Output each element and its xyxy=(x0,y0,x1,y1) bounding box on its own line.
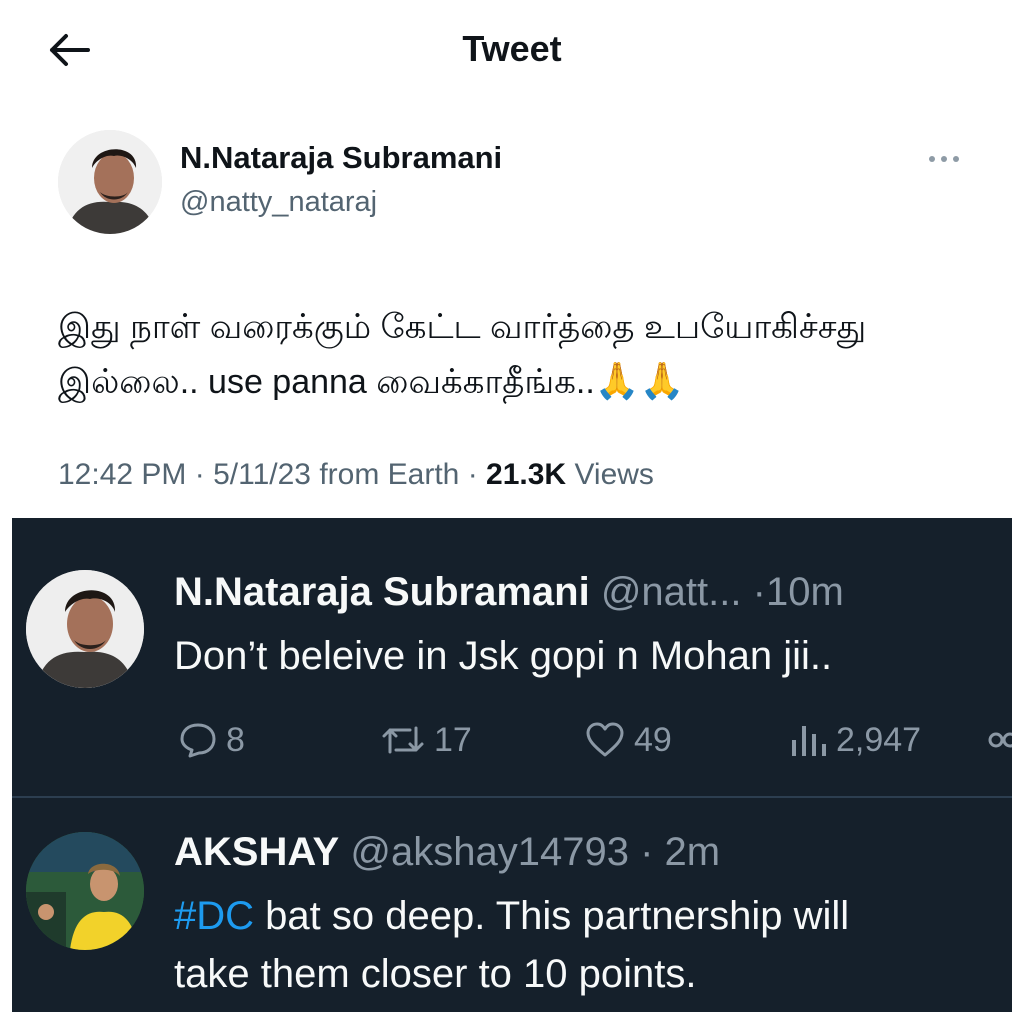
analytics-icon xyxy=(792,726,826,756)
views-button[interactable]: 2,947 xyxy=(788,718,921,762)
reply2-handle[interactable]: @akshay14793 xyxy=(350,830,629,874)
reply2-text-line-2: take them closer to 10 points. xyxy=(174,952,697,996)
reply2-text-line-1: #DC bat so deep. This partnership will xyxy=(174,888,849,944)
tweet-time[interactable]: 12:42 PM xyxy=(58,458,186,491)
comment-icon xyxy=(180,723,216,758)
embedded-screenshot: N.Nataraja Subramani @natt... ·10m Don’t… xyxy=(12,518,1012,1012)
tweet-source: from Earth xyxy=(319,458,460,491)
tweet-text-line-2: இல்லை.. use panna வைக்காதீங்க..🙏🙏 xyxy=(58,354,978,409)
like-count: 49 xyxy=(634,720,672,759)
reply1-time: ·10m xyxy=(752,570,844,614)
author-handle[interactable]: @natty_nataraj xyxy=(180,186,377,219)
reply2-name[interactable]: AKSHAY xyxy=(174,830,339,874)
tweet-date[interactable]: 5/11/23 xyxy=(213,458,311,491)
reply2-text-rest: bat so deep. This partnership will xyxy=(254,894,850,938)
author-avatar[interactable] xyxy=(58,130,162,234)
more-options-button[interactable] xyxy=(924,148,964,170)
reply1-header: N.Nataraja Subramani @natt... ·10m xyxy=(174,570,844,615)
reply2-time: · 2m xyxy=(640,830,721,874)
hashtag-link[interactable]: #DC xyxy=(174,894,254,938)
views-count-reply: 2,947 xyxy=(836,720,922,759)
reply1-text: Don’t beleive in Jsk gopi n Mohan jii.. xyxy=(174,634,833,678)
more-dots-icon xyxy=(929,156,959,162)
reply-button[interactable]: 8 xyxy=(178,718,245,762)
reply-count: 8 xyxy=(226,720,245,759)
tweet-meta: 12:42 PM · 5/11/23 from Earth · 21.3K Vi… xyxy=(58,458,654,492)
share-icon xyxy=(988,732,1012,748)
like-button[interactable]: 49 xyxy=(584,718,672,762)
tweet-text-line-1: இது நாள் வரைக்கும் கேட்ட வார்த்தை உபயோகி… xyxy=(58,308,867,346)
reply-divider xyxy=(12,796,1012,798)
reply1-avatar[interactable] xyxy=(26,570,144,688)
retweet-button[interactable]: 17 xyxy=(380,718,472,762)
tweet-text-line-2-words: இல்லை.. use panna வைக்காதீங்க.. xyxy=(58,363,595,401)
author-name[interactable]: N.Nataraja Subramani xyxy=(180,140,502,176)
heart-icon xyxy=(586,722,624,757)
page-title: Tweet xyxy=(462,28,562,69)
views-count[interactable]: 21.3K xyxy=(486,458,566,491)
folded-hands-emoji: 🙏🙏 xyxy=(594,360,685,401)
meta-separator: · xyxy=(194,458,214,491)
reply2-header: AKSHAY @akshay14793 · 2m xyxy=(174,830,720,875)
reply1-name[interactable]: N.Nataraja Subramani xyxy=(174,570,590,614)
share-button[interactable] xyxy=(986,718,1012,762)
top-bar: Tweet xyxy=(0,0,1024,100)
meta-separator: · xyxy=(467,458,487,491)
reply2-avatar[interactable] xyxy=(26,832,144,950)
retweet-icon xyxy=(382,726,424,754)
views-label: Views xyxy=(574,458,654,491)
reply1-handle[interactable]: @natt... xyxy=(601,570,742,614)
tweet-text: இது நாள் வரைக்கும் கேட்ட வார்த்தை உபயோகி… xyxy=(58,300,978,409)
retweet-count: 17 xyxy=(434,720,472,759)
